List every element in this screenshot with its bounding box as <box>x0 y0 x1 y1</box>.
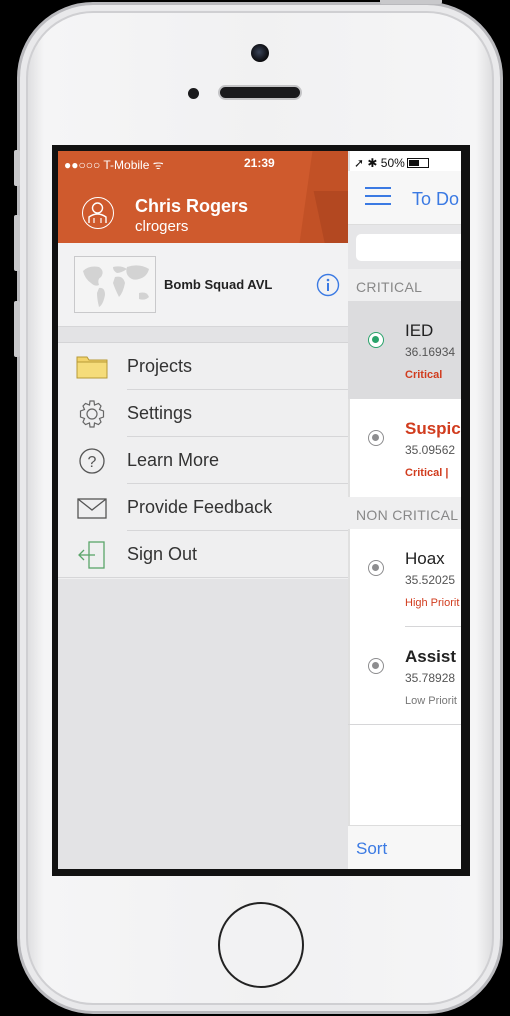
menu-item-projects[interactable]: Projects <box>58 343 348 390</box>
item-priority: Low Priorit <box>405 695 457 707</box>
world-map-thumbnail <box>74 256 156 313</box>
front-camera <box>251 44 269 62</box>
item-title: Assist <box>405 647 457 666</box>
power-button <box>380 0 442 4</box>
drawer-menu: Projects Settings ? Learn More Provide F… <box>58 343 348 578</box>
status-time: 21:39 <box>244 156 275 170</box>
item-priority: High Priorit <box>405 597 460 609</box>
item-coordinates: 36.16934 <box>405 345 456 359</box>
main-view: ➚ ✱ 50% To Do CRITICAL IED 36.16934 Crit… <box>348 151 461 869</box>
volume-up-button <box>14 215 20 271</box>
list-item[interactable]: Suspic 35.09562 Critical | <box>348 399 461 497</box>
folder-icon <box>76 353 108 381</box>
list-item[interactable]: Assist 35.78928 Low Priorit <box>348 627 461 725</box>
earpiece-speaker <box>218 85 302 100</box>
current-project-row[interactable]: Bomb Squad AVL <box>58 243 348 327</box>
menu-label: Settings <box>127 403 193 423</box>
gear-icon <box>76 400 108 428</box>
proximity-sensor <box>188 88 199 99</box>
item-priority: Critical | <box>405 467 449 479</box>
status-radio[interactable] <box>368 560 384 576</box>
search-input[interactable] <box>356 234 461 261</box>
side-drawer: ●●○○○ T-Mobile ᯤ 21:39 Chris Rogers clro… <box>58 151 348 869</box>
project-name: Bomb Squad AVL <box>164 277 273 292</box>
menu-spacer <box>58 327 348 343</box>
menu-label: Sign Out <box>127 544 198 564</box>
section-header-non-critical: NON CRITICAL <box>348 497 461 529</box>
nav-bar: To Do <box>348 171 461 225</box>
svg-text:?: ? <box>88 454 97 471</box>
list-item[interactable]: IED 36.16934 Critical <box>348 301 461 399</box>
menu-item-learn-more[interactable]: ? Learn More <box>58 437 348 484</box>
phone-screen: ●●○○○ T-Mobile ᯤ 21:39 Chris Rogers clro… <box>52 145 470 876</box>
menu-label: Learn More <box>127 450 220 470</box>
volume-down-button <box>14 301 20 357</box>
item-title: Hoax <box>405 549 445 568</box>
list-item[interactable]: Hoax 35.52025 High Priorit <box>348 529 461 627</box>
search-bar <box>348 225 461 269</box>
menu-label: Provide Feedback <box>127 497 273 517</box>
item-coordinates: 35.52025 <box>405 573 456 587</box>
status-right: ➚ ✱ 50% <box>354 156 429 170</box>
status-radio[interactable] <box>368 658 384 674</box>
menu-item-settings[interactable]: Settings <box>58 390 348 437</box>
item-coordinates: 35.09562 <box>405 443 456 457</box>
item-title: Suspic <box>405 419 461 438</box>
menu-label: Projects <box>127 356 193 376</box>
question-icon: ? <box>76 447 108 475</box>
sign-out-icon <box>76 541 108 569</box>
envelope-icon <box>76 494 108 522</box>
info-icon[interactable] <box>316 273 340 297</box>
battery-icon <box>406 158 429 168</box>
item-title: IED <box>405 321 434 340</box>
user-handle: clrogers <box>135 218 189 235</box>
carrier-status: ●●○○○ T-Mobile ᯤ <box>64 158 164 172</box>
user-name[interactable]: Chris Rogers <box>135 196 248 217</box>
hamburger-menu-icon[interactable] <box>365 187 391 207</box>
mute-switch <box>14 150 20 186</box>
status-radio[interactable] <box>368 332 384 348</box>
menu-item-provide-feedback[interactable]: Provide Feedback <box>58 484 348 531</box>
item-coordinates: 35.78928 <box>405 671 456 685</box>
section-header-critical: CRITICAL <box>348 269 461 301</box>
menu-item-sign-out[interactable]: Sign Out <box>58 531 348 578</box>
status-radio[interactable] <box>368 430 384 446</box>
nav-title: To Do <box>412 189 460 209</box>
drawer-header: ●●○○○ T-Mobile ᯤ 21:39 Chris Rogers clro… <box>58 151 348 243</box>
drawer-empty-area <box>58 579 348 869</box>
bottom-toolbar: Sort <box>348 825 461 869</box>
sort-button[interactable]: Sort <box>356 839 387 859</box>
item-priority: Critical <box>405 369 443 381</box>
home-button[interactable] <box>218 902 304 988</box>
user-avatar-icon[interactable] <box>82 197 114 229</box>
